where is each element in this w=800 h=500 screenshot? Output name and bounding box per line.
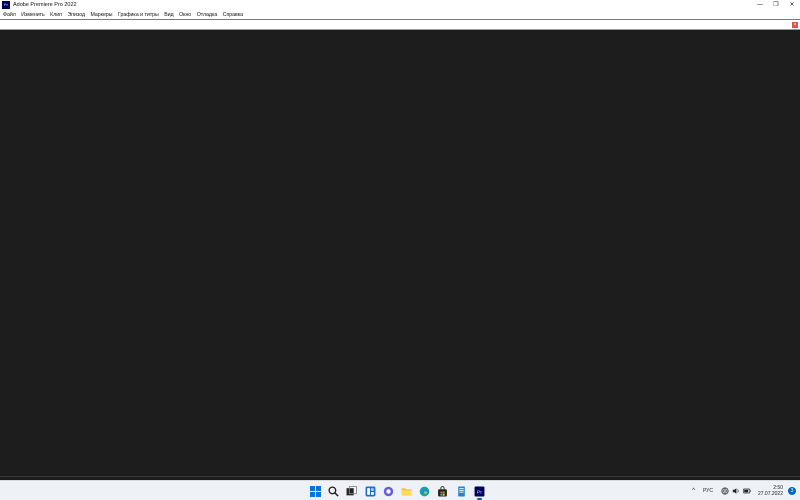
file-explorer-icon[interactable] (400, 485, 413, 498)
restore-button[interactable]: ❐ (768, 0, 784, 10)
language-indicator[interactable]: РУС (703, 488, 713, 494)
widgets-icon[interactable] (364, 485, 377, 498)
network-icon[interactable] (721, 487, 729, 495)
edge-icon[interactable] (418, 485, 431, 498)
title-bar: Pr Adobe Premiere Pro 2022 — ❐ ✕ (0, 0, 800, 10)
close-button[interactable]: ✕ (784, 0, 800, 10)
workspace-area[interactable] (0, 30, 800, 479)
window-controls: — ❐ ✕ (752, 0, 800, 10)
menu-view[interactable]: Вид (164, 12, 173, 18)
menu-help[interactable]: Справка (223, 12, 243, 18)
window-title: Adobe Premiere Pro 2022 (13, 2, 77, 8)
volume-icon[interactable] (732, 487, 740, 495)
search-icon[interactable] (327, 485, 340, 498)
menu-file[interactable]: Файл (3, 12, 16, 18)
task-view-icon[interactable] (345, 485, 358, 498)
menu-clip[interactable]: Клип (50, 12, 62, 18)
menu-graphics[interactable]: Графика и титры (118, 12, 159, 18)
notification-badge[interactable]: 3 (788, 487, 796, 495)
taskbar: Pr ^ РУС 2:50 27.07.2022 3 (0, 480, 800, 500)
start-icon[interactable] (309, 485, 322, 498)
premiere-icon-label: Pr (477, 489, 482, 495)
store-icon[interactable] (436, 485, 449, 498)
clock-date: 27.07.2022 (757, 491, 783, 497)
chevron-up-icon[interactable]: ^ (692, 488, 695, 494)
taskbar-icons: Pr (309, 484, 491, 500)
premiere-taskbar-icon[interactable]: Pr (473, 485, 486, 500)
premiere-app-icon: Pr (2, 1, 10, 9)
battery-icon[interactable] (743, 487, 751, 495)
tool-strip: × (0, 19, 800, 30)
strip-close-button[interactable]: × (792, 22, 798, 28)
menu-sequence[interactable]: Эпизод (67, 12, 85, 18)
menu-edit[interactable]: Изменить (21, 12, 44, 18)
menu-window[interactable]: Окно (179, 12, 191, 18)
menu-markers[interactable]: Маркеры (91, 12, 113, 18)
notepad-icon[interactable] (455, 485, 468, 498)
chat-icon[interactable] (382, 485, 395, 498)
minimize-button[interactable]: — (752, 0, 768, 10)
status-divider (0, 476, 800, 477)
system-tray: ^ РУС 2:50 27.07.2022 3 (692, 481, 796, 500)
menu-bar: Файл Изменить Клип Эпизод Маркеры График… (0, 10, 800, 19)
clock[interactable]: 2:50 27.07.2022 (758, 485, 783, 497)
menu-debug[interactable]: Отладка (197, 12, 218, 18)
